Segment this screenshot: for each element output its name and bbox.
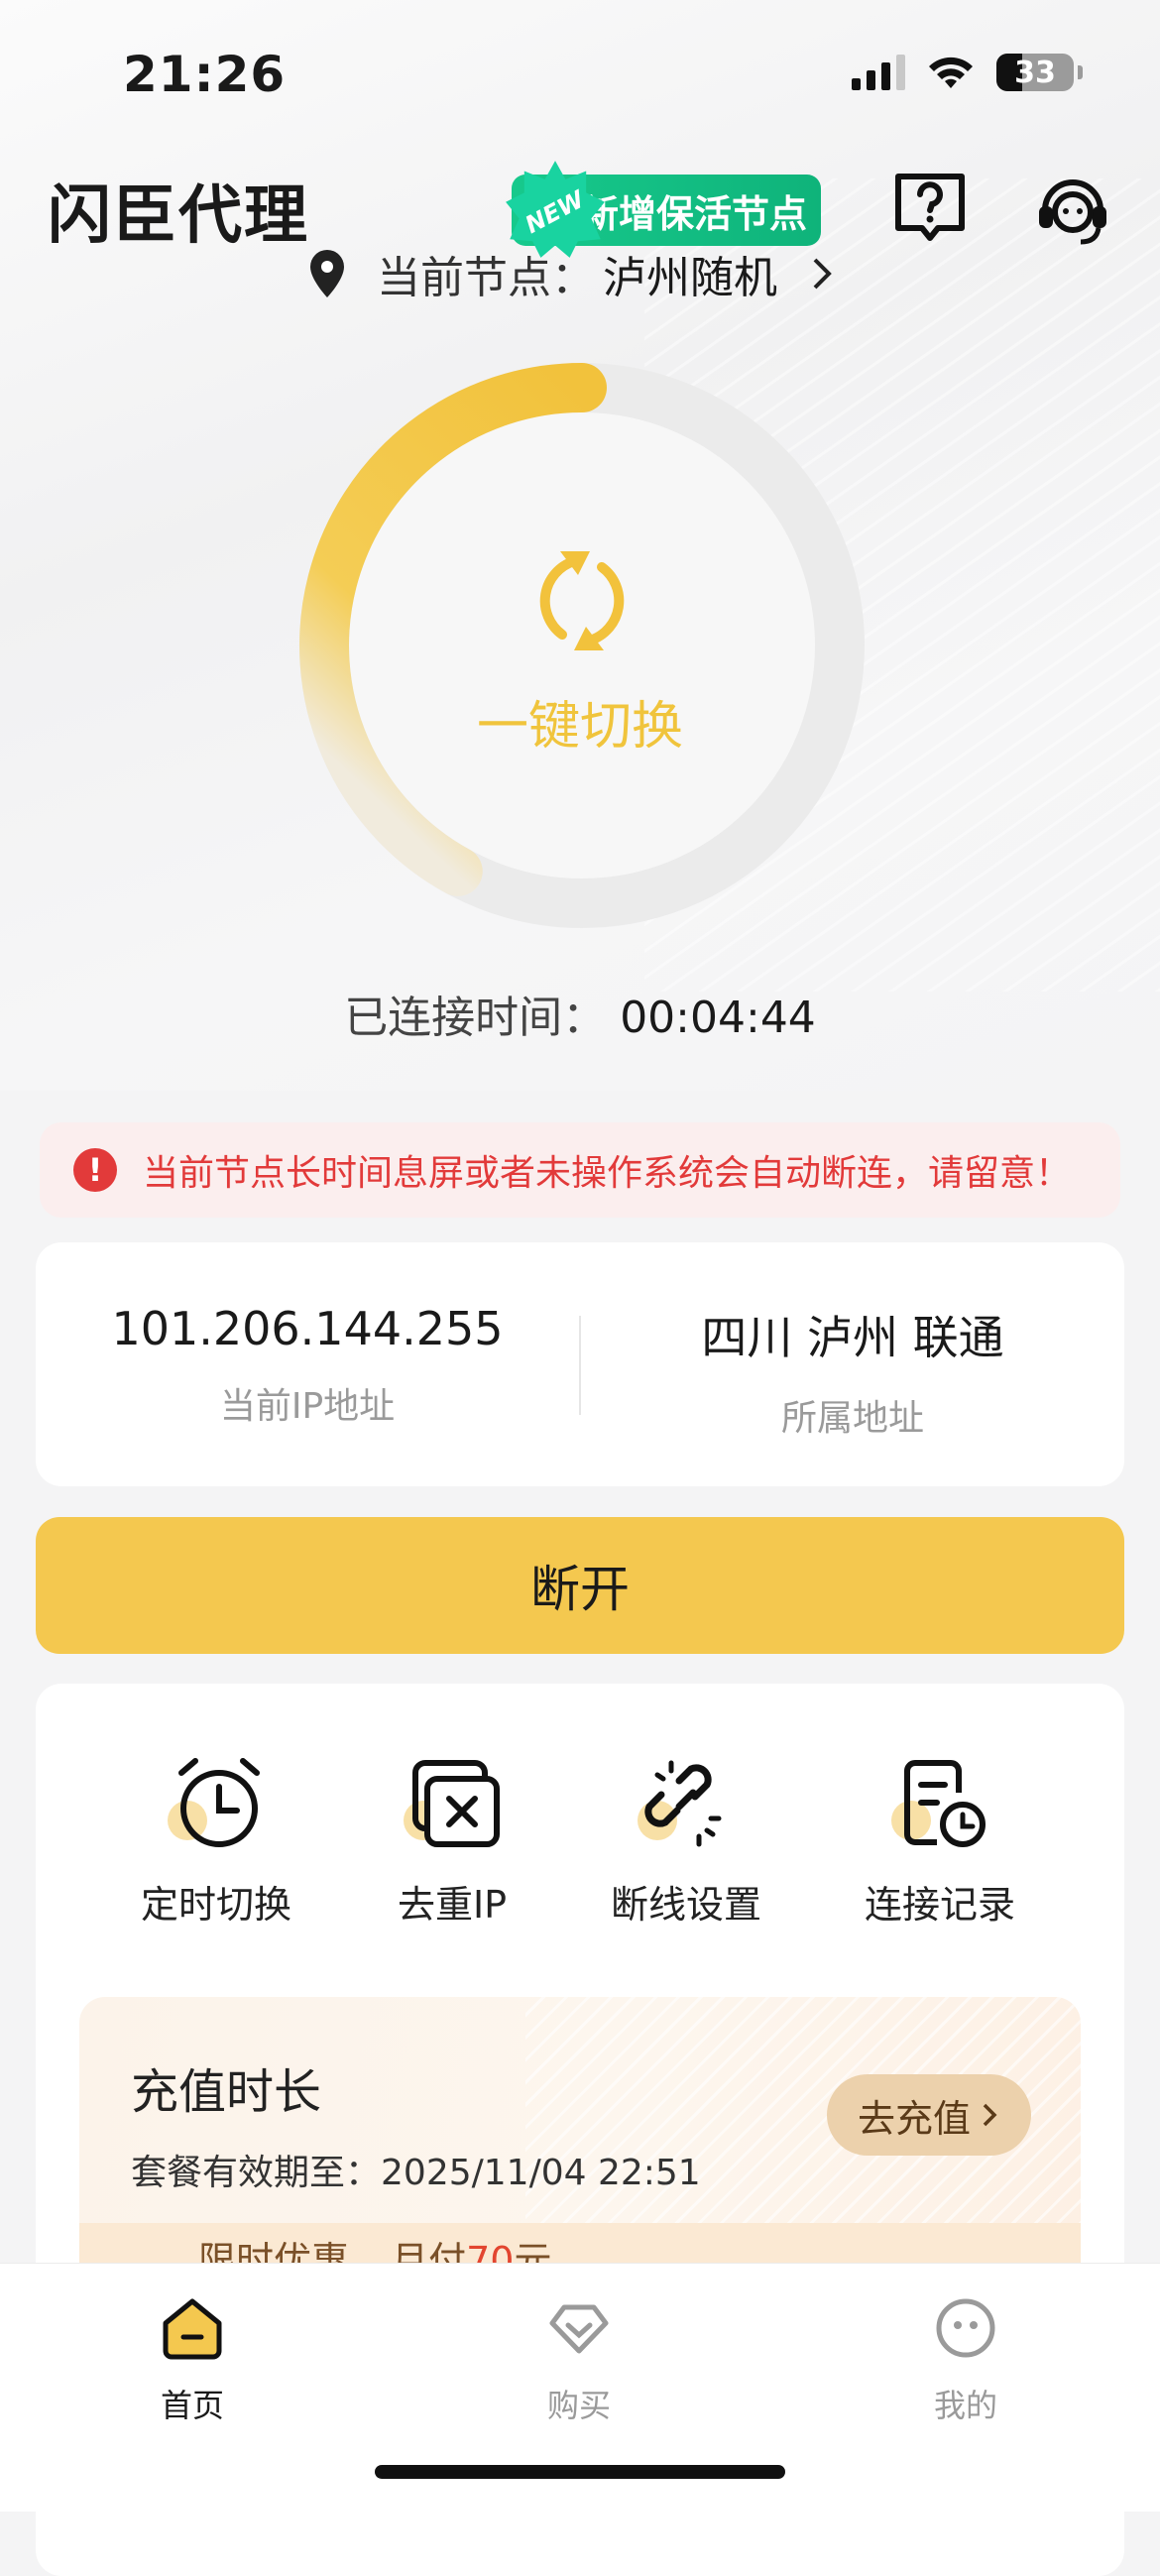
- tool-label: 去重IP: [397, 1883, 508, 1927]
- current-ip: 101.206.144.255: [111, 1302, 504, 1355]
- warning-text: 当前节点长时间息屏或者未操作系统会自动断连，请留意！: [143, 1153, 1072, 1194]
- broken-link-icon: [644, 1760, 722, 1847]
- plan-expiry-label: 套餐有效期至：: [131, 2153, 382, 2193]
- disconnect-button[interactable]: 断开: [36, 1517, 1124, 1654]
- recharge-button-label: 去充值: [857, 2096, 971, 2141]
- tab-label: 我的: [933, 2387, 997, 2424]
- new-nodes-badge[interactable]: NEW 新增保活节点: [506, 161, 821, 258]
- alarm-clock-icon: [178, 1758, 260, 1847]
- ip-column: 101.206.144.255 当前IP地址: [36, 1242, 579, 1486]
- battery-cap: [1078, 65, 1083, 79]
- recharge-button[interactable]: 去充值: [827, 2074, 1031, 2156]
- recharge-title: 充值时长: [131, 2064, 322, 2120]
- tool-timed-switch[interactable]: 定时切换: [117, 1749, 315, 1929]
- plan-expiry: 套餐有效期至：2025/11/04 22:51: [131, 2144, 701, 2195]
- plan-expiry-value: 2025/11/04 22:51: [381, 2153, 701, 2193]
- connected-value: 00:04:44: [620, 993, 816, 1043]
- help-message-icon[interactable]: [888, 167, 972, 250]
- chevron-right-icon: [813, 258, 832, 290]
- tool-connection-log[interactable]: 连接记录: [841, 1749, 1039, 1929]
- ip-location-label: 所属地址: [780, 1398, 924, 1439]
- battery-level: 33: [1014, 55, 1056, 90]
- tool-label: 连接记录: [864, 1883, 1015, 1927]
- ip-location: 四川 泸州 联通: [701, 1311, 1004, 1364]
- node-label: 当前节点：: [377, 253, 595, 303]
- wifi-icon: [929, 57, 973, 88]
- recharge-card: 充值时长 套餐有效期至：2025/11/04 22:51 去充值 限时优惠 月付…: [79, 1997, 1081, 2294]
- profile-face-icon: [936, 2298, 995, 2358]
- current-ip-label: 当前IP地址: [219, 1386, 396, 1427]
- connected-label: 已连接时间：: [344, 993, 607, 1043]
- tool-label: 定时切换: [140, 1883, 291, 1927]
- location-pin-icon: [310, 250, 344, 297]
- cellular-signal-icon: [852, 55, 905, 90]
- chevron-right-icon: [983, 2103, 997, 2127]
- current-node-selector[interactable]: 当前节点： 泸州随机: [307, 242, 837, 305]
- tool-dedupe-ip[interactable]: 去重IP: [353, 1749, 551, 1929]
- connected-time: 已连接时间： 00:04:44: [0, 982, 1160, 1045]
- tab-buy[interactable]: 购买: [480, 2293, 678, 2426]
- location-column: 四川 泸州 联通 所属地址: [581, 1242, 1124, 1486]
- connection-log-icon: [904, 1760, 986, 1847]
- battery-icon: 33: [996, 54, 1074, 91]
- tab-home[interactable]: 首页: [93, 2293, 291, 2426]
- tab-label: 首页: [160, 2387, 224, 2424]
- diamond-icon: [549, 2304, 609, 2354]
- tab-profile[interactable]: 我的: [867, 2293, 1065, 2426]
- one-key-switch-label: 一键切换: [476, 697, 683, 757]
- ip-info-card: 101.206.144.255 当前IP地址 四川 泸州 联通 所属地址: [36, 1242, 1124, 1486]
- switch-ring[interactable]: [297, 361, 867, 930]
- status-indicators: 33: [852, 54, 1083, 91]
- badge-text: 新增保活节点: [580, 191, 807, 236]
- home-icon: [163, 2298, 222, 2360]
- app-title: 闪臣代理: [48, 179, 309, 253]
- home-indicator: [375, 2465, 785, 2479]
- alert-icon: !: [73, 1148, 117, 1192]
- tool-label: 断线设置: [610, 1883, 761, 1927]
- tool-disconnect-settings[interactable]: 断线设置: [587, 1749, 785, 1929]
- tab-label: 购买: [546, 2387, 611, 2424]
- customer-service-icon[interactable]: [1031, 167, 1114, 250]
- status-time: 21:26: [123, 46, 287, 103]
- auto-disconnect-warning: ! 当前节点长时间息屏或者未操作系统会自动断连，请留意！: [40, 1122, 1120, 1218]
- dedupe-ip-icon: [412, 1760, 500, 1847]
- node-value: 泸州随机: [603, 253, 777, 303]
